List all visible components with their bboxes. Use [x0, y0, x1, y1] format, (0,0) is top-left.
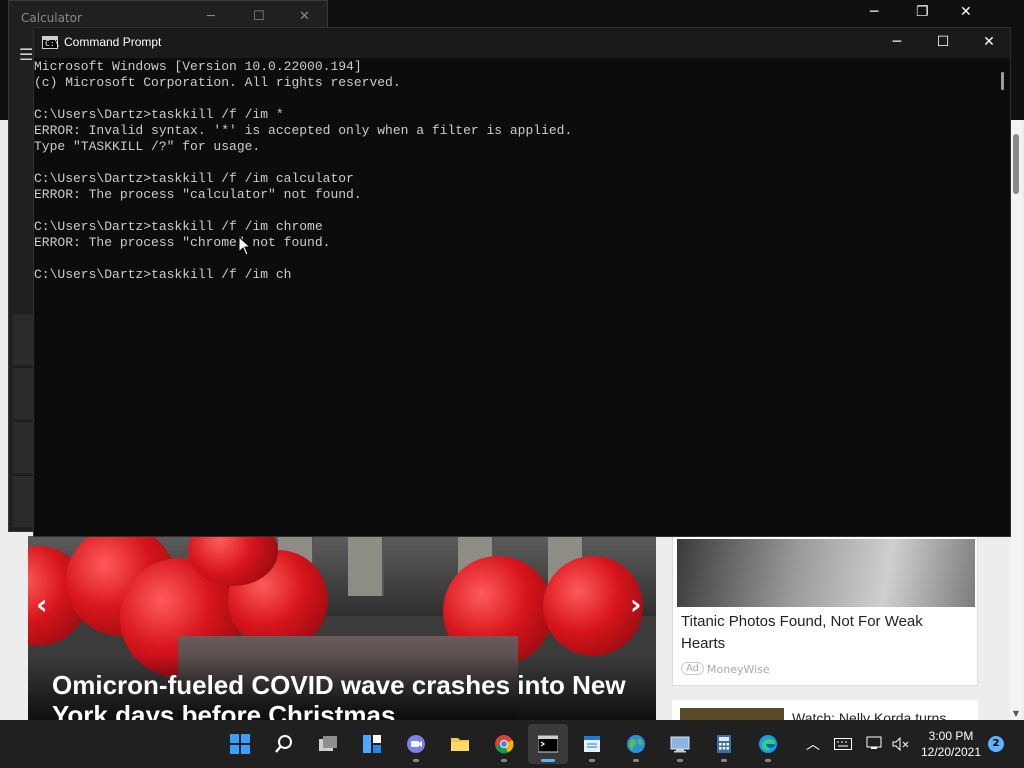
hero-headline[interactable]: Omicron-fueled COVID wave crashes into N… — [52, 670, 642, 720]
console-output[interactable]: Microsoft Windows [Version 10.0.22000.19… — [34, 58, 994, 536]
browser-close-icon[interactable]: ✕ — [960, 4, 972, 20]
running-indicator — [633, 759, 639, 762]
console-line: Microsoft Windows [Version 10.0.22000.19… — [34, 59, 362, 74]
console-line: (c) Microsoft Corporation. All rights re… — [34, 75, 401, 90]
chrome-button[interactable] — [484, 724, 524, 764]
close-icon[interactable]: ✕ — [299, 9, 310, 24]
chat-button[interactable] — [396, 724, 436, 764]
clock-time: 3:00 PM — [928, 729, 974, 743]
hero-carousel[interactable]: ‹ › Omicron-fueled COVID wave crashes in… — [28, 536, 656, 720]
notepad-button[interactable] — [572, 724, 612, 764]
browser-restore-icon[interactable]: ❐ — [916, 4, 929, 20]
scrollbar-thumb[interactable] — [1013, 134, 1019, 194]
mouse-pointer-icon — [238, 236, 252, 256]
calculator-icon — [717, 735, 731, 753]
keyboard-icon[interactable] — [834, 737, 852, 751]
scroll-down-icon[interactable]: ▼ — [1010, 709, 1022, 718]
close-icon[interactable]: ✕ — [966, 28, 1012, 58]
file-explorer-button[interactable] — [440, 724, 480, 764]
carousel-next-icon[interactable]: › — [630, 588, 642, 621]
edge-button[interactable] — [748, 724, 788, 764]
search-button[interactable] — [264, 724, 304, 764]
hero-building — [348, 536, 384, 596]
running-indicator — [765, 759, 771, 762]
browser-minimize-icon[interactable]: ─ — [870, 4, 878, 20]
console-line: C:\Users\Dartz>taskkill /f /im chrome — [34, 219, 323, 234]
running-indicator — [501, 759, 507, 762]
hamburger-icon[interactable]: ☰ — [19, 45, 33, 64]
system-clock[interactable]: 3:00 PM 12/20/2021 — [918, 728, 984, 760]
news-card[interactable]: Titanic Photos Found, Not For Weak Heart… — [672, 536, 978, 686]
remote-desktop-icon — [670, 736, 690, 753]
console-line: ERROR: The process "calculator" not foun… — [34, 187, 362, 202]
maximize-icon[interactable]: ☐ — [920, 28, 966, 58]
minimize-icon[interactable]: ─ — [874, 28, 920, 58]
console-line: Type "TASKKILL /?" for usage. — [34, 139, 261, 154]
chrome-icon — [495, 735, 514, 754]
notification-badge[interactable]: 2 — [988, 736, 1004, 752]
volume-muted-icon[interactable] — [892, 737, 910, 751]
show-hidden-icons-icon[interactable]: ︿ — [806, 734, 820, 768]
news-card-source: MoneyWise — [707, 663, 770, 676]
calculator-title: Calculator — [21, 11, 82, 25]
news-card-image — [677, 539, 975, 607]
clock-date: 12/20/2021 — [920, 745, 982, 759]
page-scrollbar[interactable]: ▼ — [1010, 120, 1022, 720]
running-indicator — [721, 759, 727, 762]
ad-badge: Ad — [681, 662, 705, 675]
browser-window-controls: ─ ❐ ✕ — [844, 0, 1024, 28]
running-indicator — [589, 759, 595, 762]
network-icon[interactable] — [866, 736, 884, 752]
task-view-button[interactable] — [308, 724, 348, 764]
globe-app-button[interactable] — [616, 724, 656, 764]
ornament-image — [543, 556, 643, 656]
globe-icon — [627, 735, 645, 753]
terminal-icon — [538, 735, 558, 753]
command-prompt-taskbar-button[interactable] — [528, 724, 568, 764]
carousel-prev-icon[interactable]: ‹ — [36, 588, 48, 621]
console-line: ERROR: The process "chrome" not found. — [34, 235, 331, 250]
widgets-button[interactable] — [352, 724, 392, 764]
notepad-icon — [584, 736, 600, 752]
folder-icon — [451, 738, 469, 751]
cmd-icon: C:\ — [42, 36, 59, 49]
edge-icon — [759, 735, 777, 753]
running-indicator — [413, 759, 419, 762]
command-prompt-window[interactable]: C:\ Command Prompt ─ ☐ ✕ Microsoft Windo… — [33, 27, 1011, 537]
news-card-title[interactable]: Titanic Photos Found, Not For Weak Heart… — [681, 611, 971, 655]
running-indicator — [677, 759, 683, 762]
console-input-line[interactable]: C:\Users\Dartz>taskkill /f /im ch — [34, 267, 994, 283]
console-line: C:\Users\Dartz>taskkill /f /im calculato… — [34, 171, 354, 186]
maximize-icon[interactable]: ☐ — [253, 9, 265, 24]
remote-desktop-button[interactable] — [660, 724, 700, 764]
console-line: ERROR: Invalid syntax. '*' is accepted o… — [34, 123, 573, 138]
widgets-icon — [363, 735, 381, 753]
running-indicator — [541, 759, 555, 762]
cmd-titlebar[interactable]: C:\ Command Prompt ─ ☐ ✕ — [34, 28, 1010, 58]
console-scrollbar-thumb[interactable] — [1001, 72, 1004, 90]
windows-logo-icon — [230, 734, 250, 754]
search-icon — [275, 735, 292, 753]
start-button[interactable] — [220, 724, 260, 764]
task-view-icon — [319, 736, 337, 751]
minimize-icon[interactable]: ─ — [207, 9, 215, 24]
calculator-taskbar-button[interactable] — [704, 724, 744, 764]
taskbar: ︿ 3:00 PM 12/20/2021 — [0, 720, 1024, 768]
console-line: C:\Users\Dartz>taskkill /f /im * — [34, 107, 284, 122]
chat-icon — [407, 735, 425, 753]
window-title: Command Prompt — [64, 35, 162, 49]
